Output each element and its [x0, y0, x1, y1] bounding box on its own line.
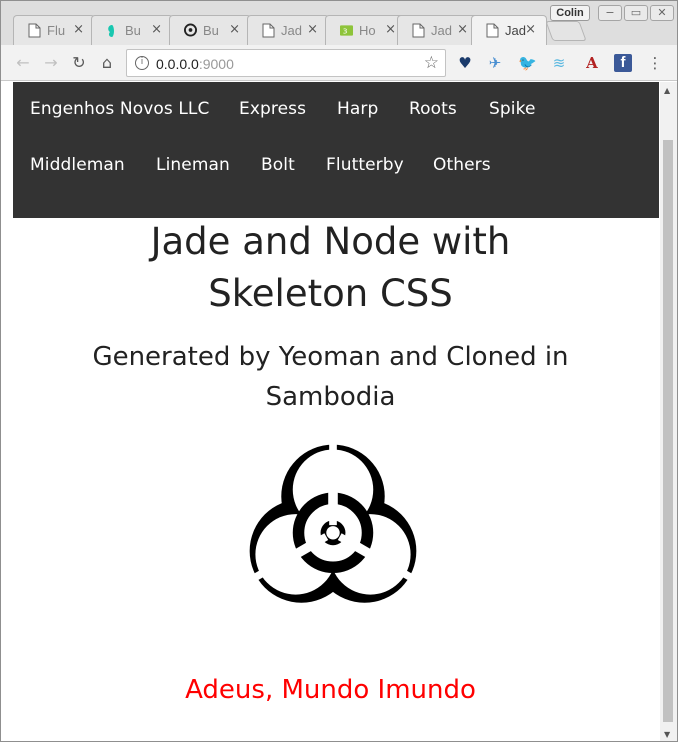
page-subtitle: Generated by Yeoman and Cloned in Sambod… [1, 337, 660, 417]
new-tab-button[interactable] [545, 21, 587, 41]
tab-3[interactable]: Bu × [169, 15, 251, 45]
tab-close-icon[interactable]: × [73, 22, 84, 37]
tab-label: Bu [203, 23, 219, 38]
page-title-line-2: Skeleton CSS [208, 272, 453, 315]
tab-5[interactable]: 3 Ho × [325, 15, 407, 45]
page-icon [486, 23, 499, 38]
nav-link-flutterby[interactable]: Flutterby [326, 155, 404, 175]
tab-4[interactable]: Jad × [247, 15, 329, 45]
page-scrollbar[interactable]: ▲ ▼ [660, 82, 677, 741]
nav-link-roots[interactable]: Roots [409, 99, 457, 119]
tab-7-active[interactable]: Jad × [471, 15, 547, 45]
biohazard-icon [184, 23, 197, 37]
svg-text:3: 3 [343, 27, 348, 36]
tab-strip: Flu × Bu × Bu × Jad × 3 Ho × Jad × Jad ×… [1, 1, 677, 45]
tab-label: Bu [125, 23, 141, 38]
maximize-icon: ▭ [630, 6, 642, 19]
scroll-down-icon[interactable]: ▼ [664, 730, 670, 739]
scroll-up-icon[interactable]: ▲ [664, 86, 670, 95]
reload-button[interactable]: ↻ [69, 53, 89, 73]
page-viewport: Engenhos Novos LLC Express Harp Roots Sp… [1, 82, 660, 741]
tab-1[interactable]: Flu × [13, 15, 95, 45]
nav-link-harp[interactable]: Harp [337, 99, 378, 119]
maximize-button[interactable]: ▭ [624, 5, 648, 21]
home-button[interactable]: ⌂ [97, 53, 117, 73]
nav-link-spike[interactable]: Spike [489, 99, 536, 119]
tab-close-icon[interactable]: × [307, 22, 318, 37]
facebook-icon[interactable]: f [614, 54, 632, 72]
page-icon [28, 23, 41, 38]
tab-2[interactable]: Bu × [91, 15, 173, 45]
bookmark-star-icon[interactable]: ☆ [424, 53, 439, 73]
minimize-icon: − [605, 6, 615, 19]
extension-wave-icon[interactable]: ≋ [550, 54, 568, 72]
nav-link-bolt[interactable]: Bolt [261, 155, 295, 175]
nav-link-middleman[interactable]: Middleman [30, 155, 125, 175]
page-title-line-1: Jade and Node with [150, 220, 511, 263]
tab-label: Ho [359, 23, 376, 38]
profile-button[interactable]: Colin [550, 5, 590, 21]
url-port: :9000 [198, 56, 234, 72]
tab-close-icon[interactable]: × [385, 22, 396, 37]
minimize-button[interactable]: − [598, 5, 622, 21]
page-icon [262, 23, 275, 38]
scrollbar-thumb[interactable] [663, 140, 673, 722]
close-icon: ✕ [657, 6, 667, 19]
nav-link-engenhos[interactable]: Engenhos Novos LLC [30, 99, 209, 119]
back-button[interactable]: ← [13, 53, 33, 73]
browser-toolbar: ← → ↻ ⌂ i 0.0.0.0:9000 ☆ ♥ ✈ 🐦 ≋ A f ⋮ [1, 45, 677, 81]
biohazard-icon [249, 441, 417, 603]
forward-button[interactable]: → [41, 53, 61, 73]
page-subtitle-line-1: Generated by Yeoman and Cloned in [92, 342, 569, 372]
url-host: 0.0.0.0 [156, 56, 199, 72]
close-window-button[interactable]: ✕ [650, 5, 674, 21]
tab-close-icon[interactable]: × [151, 22, 162, 37]
tab-close-icon[interactable]: × [229, 22, 240, 37]
tab-close-icon[interactable]: × [525, 22, 536, 37]
tab-label: Jad [431, 23, 452, 38]
nav-link-lineman[interactable]: Lineman [156, 155, 230, 175]
url-text[interactable]: 0.0.0.0:9000 [156, 56, 234, 72]
tab-6[interactable]: Jad × [397, 15, 479, 45]
browser-window: Flu × Bu × Bu × Jad × 3 Ho × Jad × Jad ×… [0, 0, 678, 742]
tab-label: Jad [505, 23, 526, 38]
twitter-icon[interactable]: 🐦 [518, 54, 537, 72]
menu-kebab-icon[interactable]: ⋮ [646, 54, 664, 72]
site-navbar: Engenhos Novos LLC Express Harp Roots Sp… [13, 82, 659, 218]
address-bar[interactable]: i 0.0.0.0:9000 ☆ [126, 49, 446, 77]
extension-bird-icon[interactable]: ✈ [486, 54, 504, 72]
page-icon [412, 23, 425, 38]
tab-label: Jad [281, 23, 302, 38]
nav-link-others[interactable]: Others [433, 155, 491, 175]
tab-close-icon[interactable]: × [457, 22, 468, 37]
page-title: Jade and Node with Skeleton CSS [1, 216, 660, 320]
footer-message: Adeus, Mundo Imundo [185, 675, 476, 705]
page-subtitle-line-2: Sambodia [265, 382, 396, 412]
w3-icon: 3 [340, 25, 353, 36]
info-icon[interactable]: i [135, 56, 149, 70]
nav-link-express[interactable]: Express [239, 99, 306, 119]
butterfly-icon [108, 25, 114, 37]
font-extension-icon[interactable]: A [583, 54, 601, 72]
tab-label: Flu [47, 23, 66, 38]
extension-shield-icon[interactable]: ♥ [456, 54, 474, 72]
